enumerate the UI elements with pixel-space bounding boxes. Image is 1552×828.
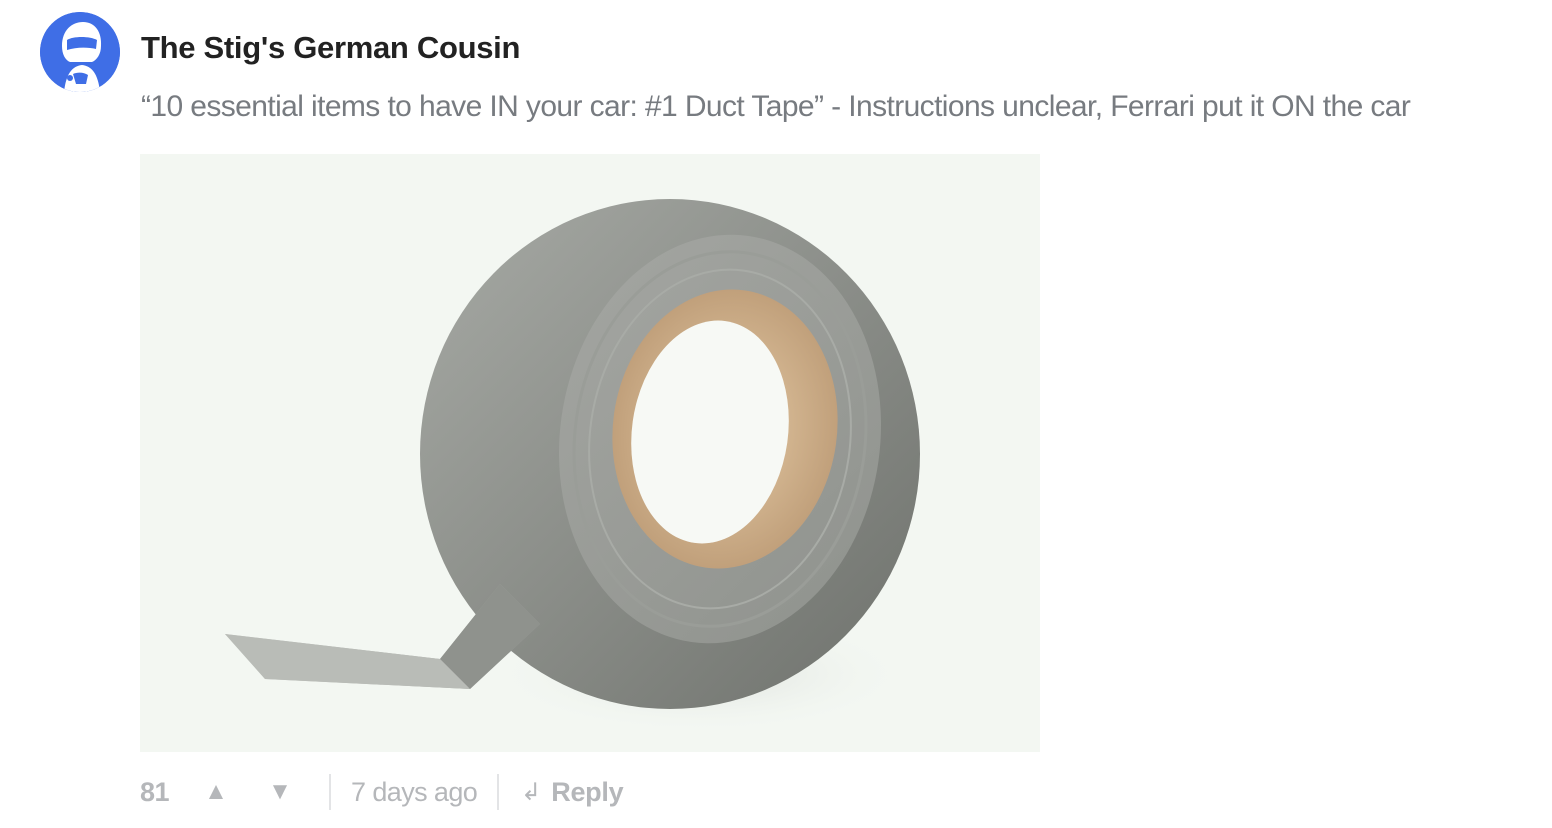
comment-image[interactable] xyxy=(140,154,1040,752)
divider xyxy=(329,774,332,810)
vote-score: 81 xyxy=(140,776,170,807)
reply-button[interactable]: ↲ Reply xyxy=(521,777,623,808)
author-name[interactable]: The Stig's German Cousin xyxy=(141,30,520,66)
comment-timestamp[interactable]: 7 days ago xyxy=(351,777,478,808)
divider xyxy=(497,774,500,810)
reply-label: Reply xyxy=(551,776,624,807)
downvote-icon[interactable]: ▼ xyxy=(265,778,295,806)
comment-text: “10 essential items to have IN your car:… xyxy=(141,90,1411,123)
comment: The Stig's German Cousin “10 essential i… xyxy=(0,0,1552,828)
comment-actions: 81 ▲ ▼ 7 days ago ↲ Reply xyxy=(140,770,624,814)
reply-arrow-icon: ↲ xyxy=(521,778,542,806)
duct-tape-roll-image xyxy=(140,154,1040,752)
upvote-icon[interactable]: ▲ xyxy=(201,778,231,806)
stig-helmet-avatar-icon xyxy=(40,12,120,92)
user-avatar[interactable] xyxy=(40,12,120,92)
